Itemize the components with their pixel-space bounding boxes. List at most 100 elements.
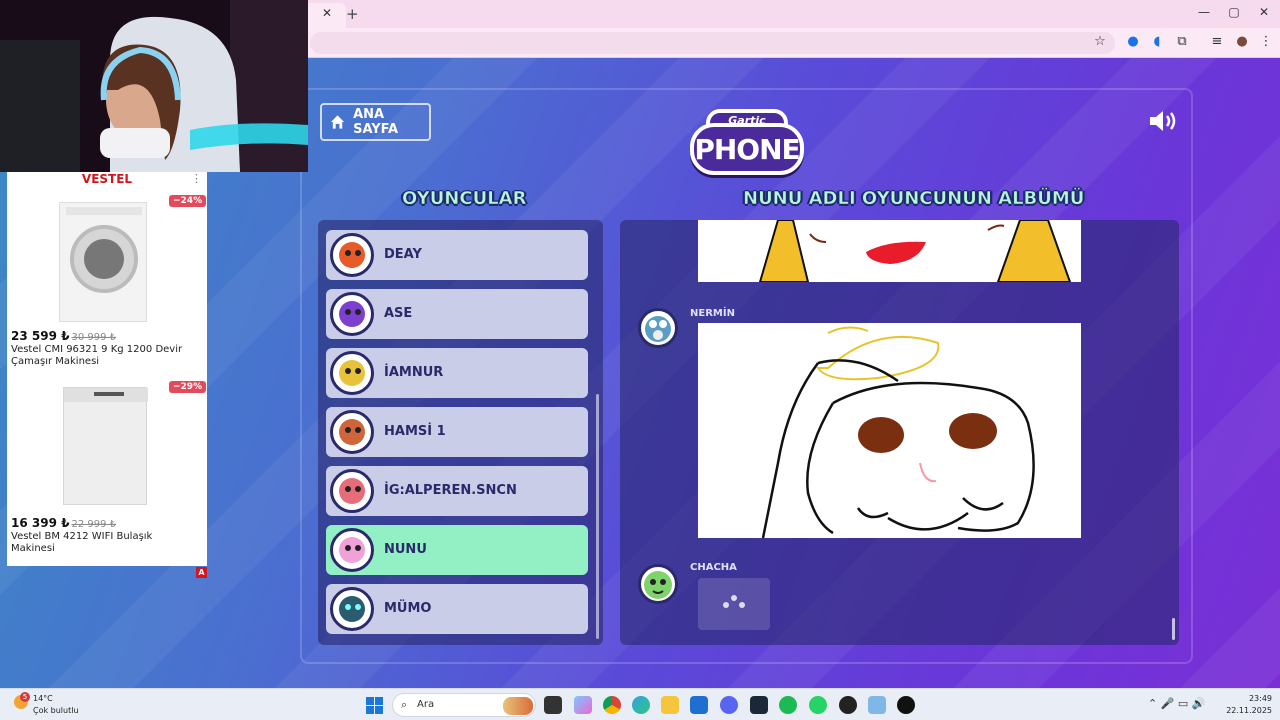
sound-icon[interactable]	[1148, 108, 1182, 134]
bookmark-star-icon[interactable]: ☆	[1091, 34, 1109, 49]
search-icon: ⌕	[401, 698, 408, 711]
weather-condition: Çok bulutlu	[33, 706, 79, 715]
reading-list-icon[interactable]: ≡	[1208, 34, 1226, 49]
ad-choices-badge[interactable]: A	[196, 567, 207, 578]
author-name: NERMİN	[690, 308, 735, 319]
player-name: MÜMO	[384, 601, 432, 616]
album-drawing	[698, 323, 1081, 539]
weather-widget[interactable]: 5 14°C Çok bulutlu	[12, 692, 92, 718]
player-item[interactable]: MÜMO	[326, 584, 588, 634]
taskbar-search[interactable]: ⌕ Ara	[392, 693, 536, 717]
product-name[interactable]: Vestel BM 4212 WIFI Bulaşık Makinesi	[11, 531, 191, 555]
logo-small-text: Gartic	[728, 114, 766, 127]
file-explorer-icon[interactable]	[661, 696, 679, 714]
player-item-active[interactable]: NUNU	[326, 525, 588, 575]
logo-large-text: PHONE	[694, 133, 800, 166]
ad-brand: VESTEL	[81, 172, 133, 186]
player-avatar	[330, 410, 374, 454]
search-placeholder: Ara	[417, 699, 435, 710]
weather-temp: 14°C	[33, 694, 53, 703]
player-avatar	[330, 292, 374, 336]
players-title: OYUNCULAR	[402, 188, 527, 210]
tab-close-button[interactable]: ✕	[322, 6, 332, 20]
g-app-icon[interactable]	[897, 696, 915, 714]
task-view-icon[interactable]	[544, 696, 562, 714]
windows-taskbar: 5 14°C Çok bulutlu ⌕ Ara ⌃ 🎤 ▭ 🔊 23:49 2…	[0, 688, 1280, 720]
read-aloud-icon[interactable]: ◖	[1148, 34, 1166, 49]
product-name[interactable]: Vestel CMI 96321 9 Kg 1200 Devir Çamaşır…	[11, 344, 191, 368]
player-name: DEAY	[384, 247, 422, 262]
player-item[interactable]: HAMSİ 1	[326, 407, 588, 457]
address-bar[interactable]	[310, 32, 1115, 54]
spotify-icon[interactable]	[779, 696, 797, 714]
steam-icon[interactable]	[750, 696, 768, 714]
system-tray[interactable]: ⌃ 🎤 ▭ 🔊	[1148, 697, 1206, 710]
home-button-label: ANA SAYFA	[353, 107, 399, 137]
player-item[interactable]: İG:ALPEREN.SNCN	[326, 466, 588, 516]
washer-image	[59, 202, 147, 322]
home-button[interactable]: ANA SAYFA	[320, 103, 431, 141]
old-price: 30 999 ₺	[71, 332, 116, 343]
menu-icon[interactable]: ⋮	[1257, 34, 1275, 49]
player-name: ASE	[384, 306, 413, 321]
product-price: 23 599 ₺ 30 999 ₺	[11, 329, 116, 343]
minimize-button[interactable]: —	[1194, 5, 1214, 19]
player-avatar	[330, 469, 374, 513]
player-name: HAMSİ 1	[384, 424, 446, 439]
clock-date: 22.11.2025	[1226, 706, 1272, 715]
player-avatar	[330, 233, 374, 277]
chrome-icon[interactable]	[603, 696, 621, 714]
author-name: CHACHA	[690, 562, 737, 573]
product-price: 16 399 ₺ 22 999 ₺	[11, 516, 116, 530]
loading-dots-icon	[723, 595, 745, 608]
app-icon[interactable]	[868, 696, 886, 714]
home-icon	[330, 115, 345, 129]
maximize-button[interactable]: ▢	[1224, 5, 1244, 19]
discount-badge: −24%	[169, 195, 207, 207]
album-feed: NERMİN CHACHA	[620, 220, 1179, 645]
player-item[interactable]: ASE	[326, 289, 588, 339]
clock[interactable]: 23:49 22.11.2025	[1222, 693, 1272, 717]
whatsapp-icon[interactable]	[809, 696, 827, 714]
album-drawing	[698, 220, 1081, 283]
players-list: DEAY ASE İAMNUR HAMSİ 1 İG:ALPEREN.SNCN …	[318, 220, 603, 645]
discord-icon[interactable]	[720, 696, 738, 714]
store-icon[interactable]	[690, 696, 708, 714]
search-highlight-art	[503, 697, 533, 715]
player-avatar	[330, 528, 374, 572]
webcam-overlay	[0, 0, 308, 172]
album-scrollbar[interactable]	[1172, 618, 1175, 640]
obs-icon[interactable]	[839, 696, 857, 714]
profile-avatar[interactable]: ●	[1233, 34, 1251, 49]
player-avatar	[330, 587, 374, 631]
dishwasher-image	[63, 387, 148, 505]
player-name: NUNU	[384, 542, 427, 557]
weather-badge: 5	[20, 692, 30, 702]
drawing-canvas	[758, 220, 1072, 283]
clock-time: 23:49	[1248, 694, 1272, 703]
discount-badge: −29%	[169, 381, 207, 393]
extension-icon[interactable]: ●	[1124, 34, 1142, 49]
album-title: NUNU ADLI OYUNCUNUN ALBÜMÜ	[743, 188, 1085, 210]
old-price: 22 999 ₺	[71, 519, 116, 530]
ad-more-icon[interactable]: ⋮	[191, 172, 202, 185]
webcam-feed	[0, 0, 308, 172]
loading-indicator	[698, 578, 770, 630]
edge-icon[interactable]	[632, 696, 650, 714]
player-item[interactable]: DEAY	[326, 230, 588, 280]
close-window-button[interactable]: ✕	[1254, 5, 1274, 19]
windows-start-icon[interactable]	[366, 697, 383, 714]
player-avatar	[330, 351, 374, 395]
author-avatar	[638, 564, 678, 604]
copilot-icon[interactable]	[574, 696, 592, 714]
drawing-canvas	[761, 326, 1035, 539]
author-avatar	[638, 308, 678, 348]
new-tab-button[interactable]: +	[346, 5, 359, 23]
player-name: İAMNUR	[384, 365, 444, 380]
vestel-ad[interactable]: VESTEL ⋮ −24% 23 599 ₺ 30 999 ₺ Vestel CM…	[7, 172, 207, 578]
gartic-phone-logo: Gartic PHONE	[686, 103, 808, 179]
players-scrollbar[interactable]	[596, 394, 599, 639]
player-name: İG:ALPEREN.SNCN	[384, 483, 517, 498]
puzzle-icon[interactable]: ⧉	[1173, 34, 1191, 49]
player-item[interactable]: İAMNUR	[326, 348, 588, 398]
